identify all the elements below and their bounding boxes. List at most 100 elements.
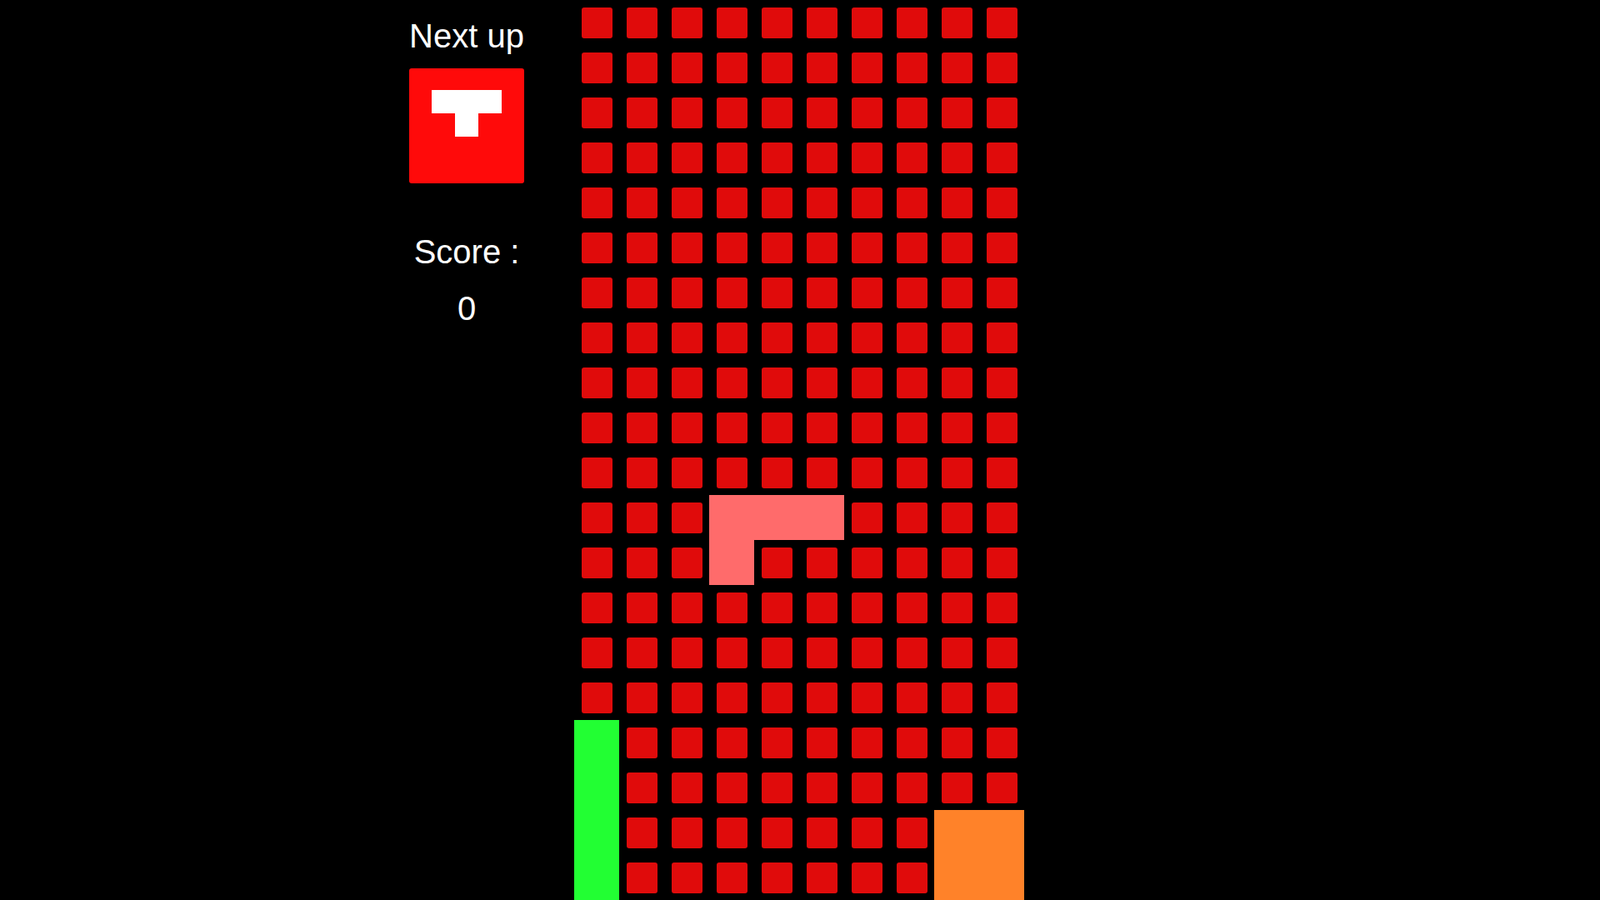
board-cell <box>664 630 710 675</box>
board-cell <box>934 630 980 675</box>
board-cell <box>934 405 980 450</box>
placed-block <box>574 855 620 900</box>
board-cell <box>799 135 845 180</box>
placed-block <box>574 720 620 765</box>
board-cell <box>844 495 890 540</box>
board-cell <box>889 585 935 630</box>
board-cell <box>799 180 845 225</box>
board-cell <box>979 360 1025 405</box>
board-cell <box>934 450 980 495</box>
board-cell <box>754 810 800 855</box>
placed-block <box>574 765 620 810</box>
board-cell <box>664 585 710 630</box>
board-cell <box>844 90 890 135</box>
board-cell <box>619 180 665 225</box>
score-value: 0 <box>457 288 476 329</box>
board-cell <box>709 315 755 360</box>
board-cell <box>979 450 1025 495</box>
board-cell <box>574 495 620 540</box>
board-cell <box>844 765 890 810</box>
board-cell <box>799 720 845 765</box>
board-cell <box>664 315 710 360</box>
board-cell <box>979 765 1025 810</box>
board-cell <box>709 450 755 495</box>
board-cell <box>664 405 710 450</box>
board-cell <box>979 495 1025 540</box>
board-cell <box>934 540 980 585</box>
board-cell <box>844 180 890 225</box>
board-cell <box>934 360 980 405</box>
board-cell <box>799 450 845 495</box>
board-cell <box>844 0 890 45</box>
board-cell <box>934 0 980 45</box>
placed-block <box>934 810 980 855</box>
board-cell <box>979 405 1025 450</box>
board-cell <box>574 630 620 675</box>
board-cell <box>664 855 710 900</box>
board-cell <box>979 675 1025 720</box>
board-cell <box>709 630 755 675</box>
board-cell <box>664 90 710 135</box>
board-cell <box>709 720 755 765</box>
board-cell <box>664 180 710 225</box>
board-cell <box>619 315 665 360</box>
board-cell <box>664 225 710 270</box>
board-cell <box>934 765 980 810</box>
preview-cell <box>478 90 502 114</box>
board-cell <box>619 270 665 315</box>
board-cell <box>574 540 620 585</box>
board-cell <box>754 540 800 585</box>
preview-cell <box>478 113 502 137</box>
board-cell <box>619 540 665 585</box>
board-cell <box>844 360 890 405</box>
board-cell <box>979 0 1025 45</box>
board-cell <box>664 135 710 180</box>
board-cell <box>709 225 755 270</box>
board-cell <box>709 765 755 810</box>
board-cell <box>574 180 620 225</box>
board-cell <box>619 765 665 810</box>
board-cell <box>799 360 845 405</box>
board-cell <box>619 810 665 855</box>
board-cell <box>799 0 845 45</box>
board-cell <box>664 495 710 540</box>
board-cell <box>934 45 980 90</box>
placed-block <box>979 855 1025 900</box>
board-cell <box>709 855 755 900</box>
active-piece-block <box>709 495 755 540</box>
board-cell <box>889 360 935 405</box>
board-cell <box>709 90 755 135</box>
board-cell <box>799 270 845 315</box>
board-cell <box>934 495 980 540</box>
board-cell <box>889 225 935 270</box>
board-cell <box>844 540 890 585</box>
board-cell <box>574 135 620 180</box>
board-cell <box>844 855 890 900</box>
board-cell <box>574 45 620 90</box>
board-cell <box>574 585 620 630</box>
board-cell <box>754 450 800 495</box>
game-board[interactable] <box>574 0 1025 900</box>
board-cell <box>619 45 665 90</box>
board-cell <box>844 675 890 720</box>
board-cell <box>664 360 710 405</box>
board-cell <box>619 855 665 900</box>
board-cell <box>844 45 890 90</box>
board-cell <box>754 315 800 360</box>
board-cell <box>754 90 800 135</box>
board-cell <box>664 45 710 90</box>
board-cell <box>664 270 710 315</box>
board-cell <box>619 585 665 630</box>
board-cell <box>709 45 755 90</box>
board-cell <box>799 810 845 855</box>
board-cell <box>574 225 620 270</box>
preview-cell <box>455 113 479 137</box>
board-cell <box>799 855 845 900</box>
board-cell <box>664 810 710 855</box>
board-cell <box>844 585 890 630</box>
board-cell <box>799 315 845 360</box>
placed-block <box>979 810 1025 855</box>
board-cell <box>979 180 1025 225</box>
board-cell <box>889 135 935 180</box>
board-cell <box>844 450 890 495</box>
